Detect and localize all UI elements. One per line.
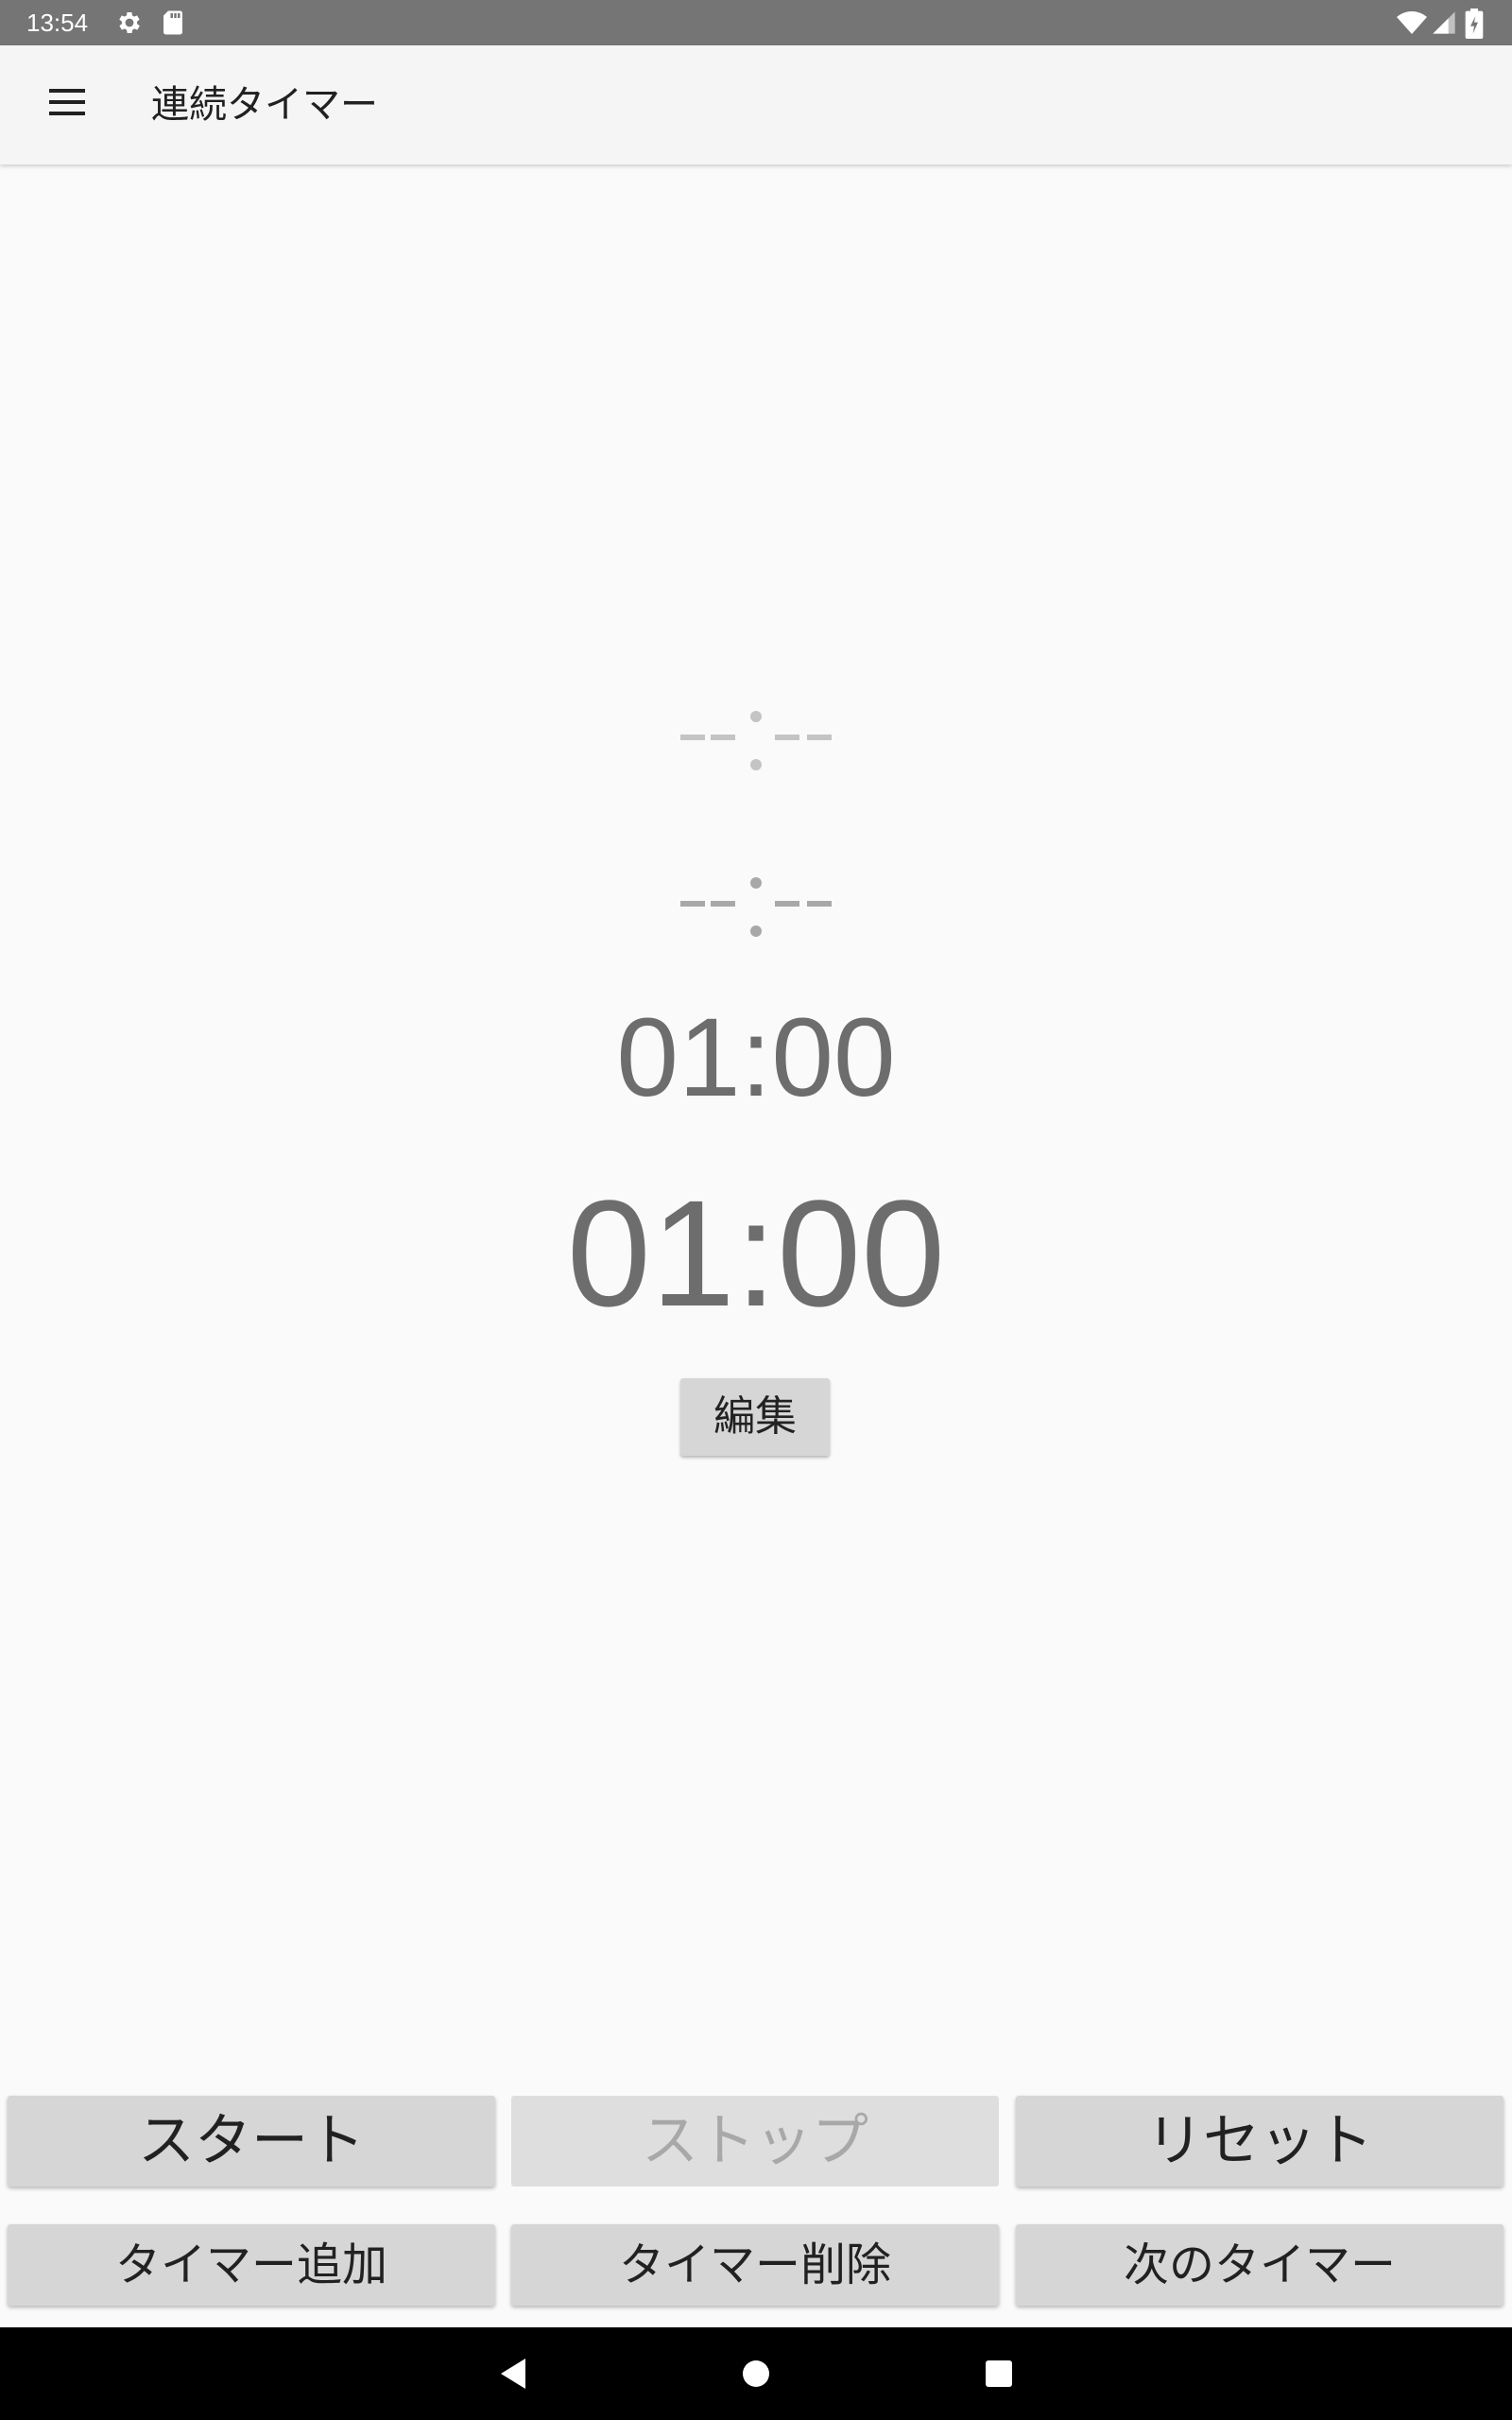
dashed-time-icon [680, 877, 832, 937]
menu-button[interactable] [34, 70, 102, 138]
nav-bar [0, 2327, 1512, 2420]
edit-button[interactable]: 編集 [680, 1378, 830, 1456]
battery-charging-icon [1465, 9, 1487, 39]
wifi-icon [1397, 9, 1427, 37]
home-icon [743, 2360, 769, 2387]
current-timer-time: 01:00 [566, 1168, 946, 1338]
delete-timer-button[interactable]: タイマー削除 [511, 2224, 999, 2306]
next-timer-button[interactable]: 次のタイマー [1016, 2224, 1503, 2306]
home-button[interactable] [723, 2341, 789, 2407]
status-bar: 13:54 [0, 0, 1512, 45]
add-timer-button[interactable]: タイマー追加 [8, 2224, 495, 2306]
next-timer-time: 01:00 [616, 995, 896, 1120]
previous-timer-placeholder-2: --:-- [0, 875, 1512, 942]
recents-icon [986, 2360, 1012, 2387]
signal-icon [1431, 9, 1459, 37]
gear-icon [115, 9, 144, 37]
stop-button[interactable]: ストップ [511, 2096, 999, 2187]
app-bar: 連続タイマー [0, 45, 1512, 164]
back-button[interactable] [480, 2341, 546, 2407]
start-button[interactable]: スタート [8, 2096, 495, 2187]
reset-button[interactable]: リセット [1016, 2096, 1503, 2187]
status-time: 13:54 [26, 9, 89, 37]
screen: 13:54 連続タイマー 01:00 01:00 編集 スタート ストップ リセ… [0, 0, 1512, 2420]
recents-button[interactable] [966, 2341, 1032, 2407]
previous-timer-placeholder: --:-- [0, 709, 1512, 775]
dashed-time-icon [680, 711, 832, 770]
app-title: 連続タイマー [151, 83, 378, 127]
hamburger-menu-icon [49, 89, 85, 115]
back-icon [501, 2359, 525, 2389]
sd-card-icon [159, 9, 187, 37]
